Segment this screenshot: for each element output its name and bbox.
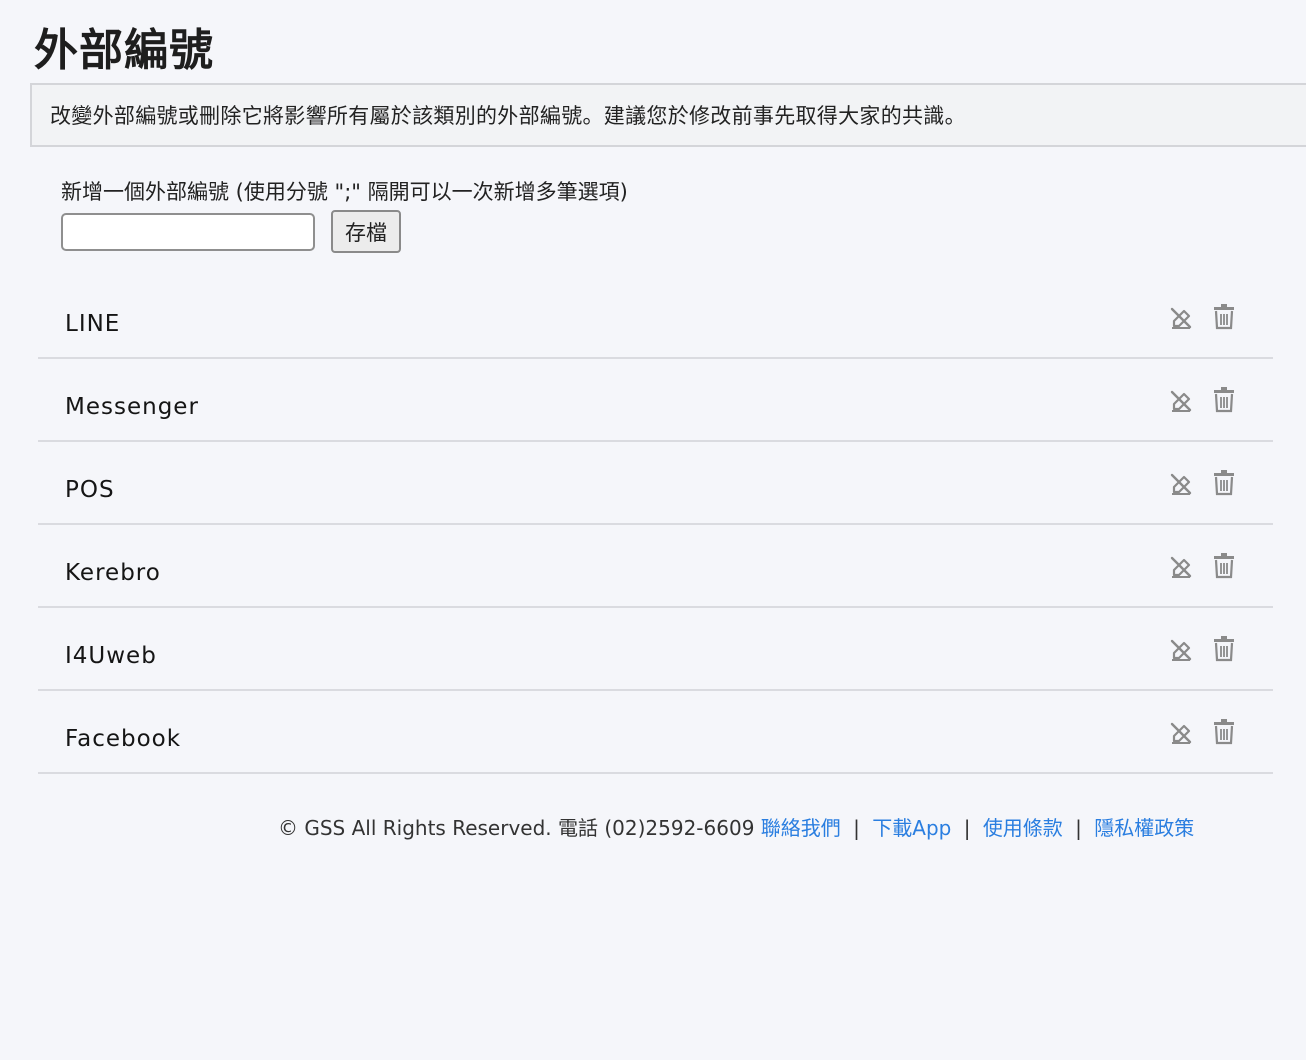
footer-separator: | — [853, 816, 860, 840]
page-title: 外部編號 — [34, 25, 214, 76]
trash-icon[interactable] — [1213, 387, 1235, 413]
terms-of-use-link[interactable]: 使用條款 — [983, 816, 1063, 840]
trash-icon[interactable] — [1213, 304, 1235, 330]
footer-separator: | — [1075, 816, 1082, 840]
notice-banner: 改變外部編號或刪除它將影響所有屬於該類別的外部編號。建議您於修改前事先取得大家的… — [30, 83, 1306, 147]
item-list: LINE Messenger POS Kerebro I4Uweb Facebo… — [38, 276, 1273, 774]
edit-icon[interactable] — [1170, 555, 1192, 579]
contact-us-link[interactable]: 聯絡我們 — [761, 816, 841, 840]
add-item-form: 新增一個外部編號 (使用分號 ";" 隔開可以一次新增多筆選項) 存檔 — [61, 175, 628, 253]
add-item-label: 新增一個外部編號 (使用分號 ";" 隔開可以一次新增多筆選項) — [61, 180, 628, 204]
add-item-row: 存檔 — [61, 210, 628, 253]
privacy-policy-link[interactable]: 隱私權政策 — [1094, 816, 1194, 840]
footer-copyright: © GSS All Rights Reserved. 電話 (02)2592-6… — [278, 816, 755, 840]
edit-icon[interactable] — [1170, 389, 1192, 413]
new-item-input[interactable] — [61, 212, 315, 251]
list-item: LINE — [38, 276, 1273, 359]
download-app-link[interactable]: 下載App — [872, 816, 951, 840]
item-label: Messenger — [65, 394, 199, 420]
trash-icon[interactable] — [1213, 470, 1235, 496]
edit-icon[interactable] — [1170, 472, 1192, 496]
trash-icon[interactable] — [1213, 636, 1235, 662]
list-item: I4Uweb — [38, 608, 1273, 691]
trash-icon[interactable] — [1213, 719, 1235, 745]
item-label: Kerebro — [65, 560, 161, 586]
item-label: POS — [65, 477, 115, 503]
notice-text: 改變外部編號或刪除它將影響所有屬於該類別的外部編號。建議您於修改前事先取得大家的… — [50, 104, 966, 128]
edit-icon[interactable] — [1170, 306, 1192, 330]
footer-separator: | — [963, 816, 971, 840]
list-item: Messenger — [38, 359, 1273, 442]
footer: © GSS All Rights Reserved. 電話 (02)2592-6… — [278, 812, 1194, 844]
list-item: POS — [38, 442, 1273, 525]
list-item: Facebook — [38, 691, 1273, 774]
item-label: I4Uweb — [65, 643, 157, 669]
edit-icon[interactable] — [1170, 638, 1192, 662]
trash-icon[interactable] — [1213, 553, 1235, 579]
item-label: Facebook — [65, 726, 182, 752]
save-button[interactable]: 存檔 — [331, 210, 401, 253]
item-label: LINE — [65, 311, 121, 337]
edit-icon[interactable] — [1170, 721, 1192, 745]
list-item: Kerebro — [38, 525, 1273, 608]
